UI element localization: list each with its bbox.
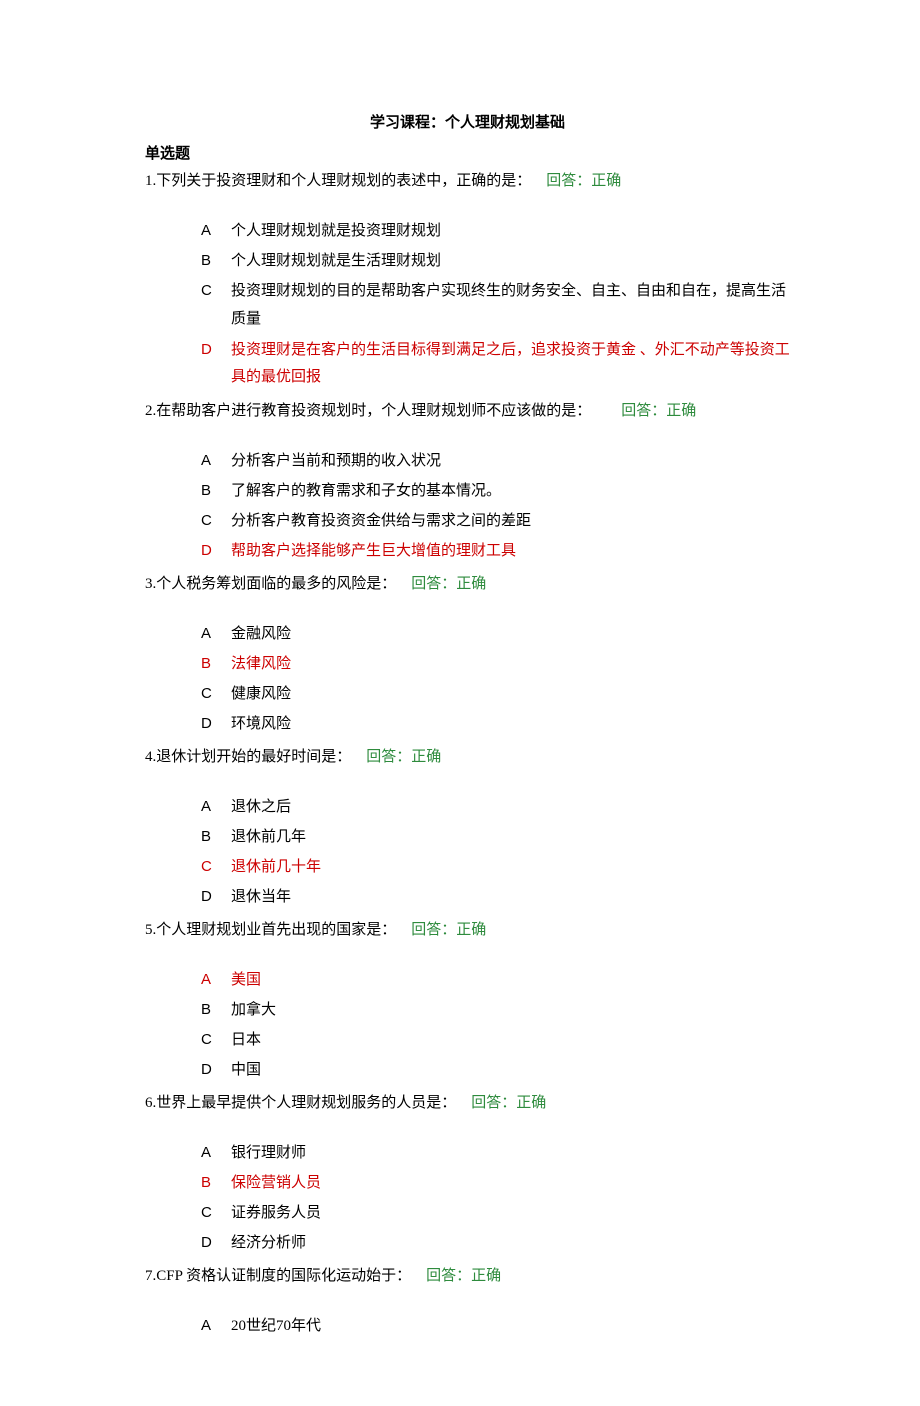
option: D退休当年 [201, 883, 790, 911]
feedback-label: 回答：正确 [471, 1095, 546, 1111]
option: C分析客户教育投资资金供给与需求之间的差距 [201, 507, 790, 535]
section-heading: 单选题 [145, 141, 790, 168]
option-correct: C退休前几十年 [201, 853, 790, 881]
question-number: 7. [145, 1268, 156, 1284]
feedback-label: 回答：正确 [546, 173, 621, 189]
option: A退休之后 [201, 793, 790, 821]
option: B了解客户的教育需求和子女的基本情况。 [201, 477, 790, 505]
option: C投资理财规划的目的是帮助客户实现终生的财务安全、自主、自由和自在，提高生活质量 [201, 277, 790, 334]
option-correct: D投资理财是在客户的生活目标得到满足之后，追求投资于黄金 、外汇不动产等投资工具… [201, 336, 790, 393]
question-stem: 在帮助客户进行教育投资规划时，个人理财规划师不应该做的是： [156, 403, 591, 419]
option: A20世纪70年代 [201, 1312, 790, 1340]
option: C证券服务人员 [201, 1199, 790, 1227]
options-q3: A金融风险 B法律风险 C健康风险 D环境风险 [201, 620, 790, 738]
option-correct: D帮助客户选择能够产生巨大增值的理财工具 [201, 537, 790, 565]
option-correct: A美国 [201, 966, 790, 994]
question-number: 4. [145, 749, 156, 765]
option: D环境风险 [201, 710, 790, 738]
options-q4: A退休之后 B退休前几年 C退休前几十年 D退休当年 [201, 793, 790, 911]
question-7: 7.CFP 资格认证制度的国际化运动始于： 回答：正确 [145, 1263, 790, 1290]
options-q7: A20世纪70年代 [201, 1312, 790, 1340]
question-stem: CFP 资格认证制度的国际化运动始于： [156, 1268, 411, 1284]
feedback-label: 回答：正确 [411, 922, 486, 938]
option-correct: B法律风险 [201, 650, 790, 678]
question-stem: 下列关于投资理财和个人理财规划的表述中，正确的是： [156, 173, 531, 189]
question-1: 1.下列关于投资理财和个人理财规划的表述中，正确的是： 回答：正确 [145, 168, 790, 195]
option: A银行理财师 [201, 1139, 790, 1167]
question-number: 2. [145, 403, 156, 419]
option: C健康风险 [201, 680, 790, 708]
question-stem: 个人理财规划业首先出现的国家是： [156, 922, 396, 938]
question-number: 6. [145, 1095, 156, 1111]
option-correct: B保险营销人员 [201, 1169, 790, 1197]
option: A个人理财规划就是投资理财规划 [201, 217, 790, 245]
option: A金融风险 [201, 620, 790, 648]
option: B加拿大 [201, 996, 790, 1024]
question-4: 4.退休计划开始的最好时间是： 回答：正确 [145, 744, 790, 771]
option: C日本 [201, 1026, 790, 1054]
option: B个人理财规划就是生活理财规划 [201, 247, 790, 275]
option: D经济分析师 [201, 1229, 790, 1257]
question-stem: 个人税务筹划面临的最多的风险是： [156, 576, 396, 592]
question-5: 5.个人理财规划业首先出现的国家是： 回答：正确 [145, 917, 790, 944]
page-title: 学习课程：个人理财规划基础 [145, 110, 790, 137]
feedback-label: 回答：正确 [621, 403, 696, 419]
question-2: 2.在帮助客户进行教育投资规划时，个人理财规划师不应该做的是： 回答：正确 [145, 398, 790, 425]
option: A分析客户当前和预期的收入状况 [201, 447, 790, 475]
question-stem: 世界上最早提供个人理财规划服务的人员是： [156, 1095, 456, 1111]
options-q1: A个人理财规划就是投资理财规划 B个人理财规划就是生活理财规划 C投资理财规划的… [201, 217, 790, 392]
feedback-label: 回答：正确 [411, 576, 486, 592]
feedback-label: 回答：正确 [426, 1268, 501, 1284]
question-number: 3. [145, 576, 156, 592]
feedback-label: 回答：正确 [366, 749, 441, 765]
question-6: 6.世界上最早提供个人理财规划服务的人员是： 回答：正确 [145, 1090, 790, 1117]
option: D中国 [201, 1056, 790, 1084]
options-q2: A分析客户当前和预期的收入状况 B了解客户的教育需求和子女的基本情况。 C分析客… [201, 447, 790, 565]
options-q5: A美国 B加拿大 C日本 D中国 [201, 966, 790, 1084]
option: B退休前几年 [201, 823, 790, 851]
document-page: 学习课程：个人理财规划基础 单选题 1.下列关于投资理财和个人理财规划的表述中，… [0, 0, 920, 1406]
question-3: 3.个人税务筹划面临的最多的风险是： 回答：正确 [145, 571, 790, 598]
question-stem: 退休计划开始的最好时间是： [156, 749, 351, 765]
question-number: 5. [145, 922, 156, 938]
options-q6: A银行理财师 B保险营销人员 C证券服务人员 D经济分析师 [201, 1139, 790, 1257]
question-number: 1. [145, 173, 156, 189]
